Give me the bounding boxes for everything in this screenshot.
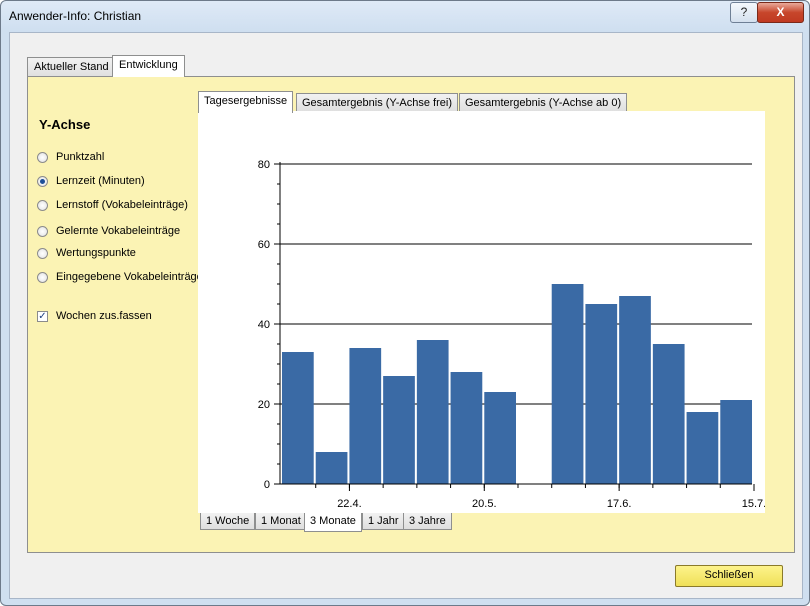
bar <box>383 376 415 484</box>
bar-chart: 0 20 40 60 80 22.4. 20.5. 17.6. 15.7. <box>258 159 766 510</box>
chart-area: 0 20 40 60 80 22.4. 20.5. 17.6. 15.7. <box>198 111 766 513</box>
title-bar[interactable]: Anwender-Info: Christian ? X <box>1 1 809 31</box>
radio-circle[interactable] <box>37 199 48 211</box>
radio-lernstoff[interactable]: Lernstoff (Vokabeleinträge) <box>37 197 188 213</box>
wochen-zusammenfassen-checkbox[interactable]: ✓ Wochen zus.fassen <box>37 308 152 324</box>
bar <box>720 400 752 484</box>
window-title: Anwender-Info: Christian <box>9 9 142 23</box>
tab-gesamtergebnis-frei[interactable]: Gesamtergebnis (Y-Achse frei) <box>296 93 458 112</box>
radio-label: Gelernte Vokabeleinträge <box>56 225 181 237</box>
tab-gesamtergebnis-ab-0[interactable]: Gesamtergebnis (Y-Achse ab 0) <box>459 93 628 112</box>
y-tick-label: 20 <box>258 399 270 411</box>
tab-tagesergebnisse[interactable]: Tagesergebnisse <box>198 91 294 113</box>
tab-1-jahr[interactable]: 1 Jahr <box>362 513 405 530</box>
radio-gelernte-vokabeleintraege[interactable]: Gelernte Vokabeleinträge <box>37 223 180 239</box>
radio-circle[interactable] <box>37 247 48 259</box>
radio-wertungspunkte[interactable]: Wertungspunkte <box>37 245 136 261</box>
bar <box>450 372 483 484</box>
radio-circle[interactable] <box>37 225 48 237</box>
radio-label: Eingegebene Vokabeleinträge <box>56 271 203 283</box>
bar <box>315 452 348 484</box>
y-tick-label: 60 <box>258 239 270 251</box>
tab-3-monate[interactable]: 3 Monate <box>304 513 362 532</box>
schliessen-button[interactable]: Schließen <box>675 565 783 587</box>
bar <box>349 348 382 484</box>
tab-aktueller-stand[interactable]: Aktueller Stand <box>27 57 116 76</box>
bar <box>585 304 618 484</box>
radio-label: Lernzeit (Minuten) <box>56 175 145 187</box>
x-tick-label: 15.7. <box>742 498 765 510</box>
radio-circle[interactable] <box>37 151 48 163</box>
y-tick-label: 0 <box>264 479 270 491</box>
tab-3-jahre[interactable]: 3 Jahre <box>403 513 452 530</box>
radio-label: Wertungspunkte <box>56 247 136 259</box>
client-area: Aktueller Stand Entwicklung Y-Achse Punk… <box>9 32 803 599</box>
bar <box>484 392 516 484</box>
bar <box>416 340 449 484</box>
radio-eingegebene-vokabeleintraege[interactable]: Eingegebene Vokabeleinträge <box>37 269 203 285</box>
radio-circle[interactable] <box>37 271 48 283</box>
yaxis-title: Y-Achse <box>39 117 91 132</box>
bar <box>551 284 584 484</box>
x-tick-label: 22.4. <box>337 498 361 510</box>
x-tick-label: 17.6. <box>607 498 631 510</box>
help-button[interactable]: ? <box>730 2 758 23</box>
radio-lernzeit[interactable]: Lernzeit (Minuten) <box>37 173 145 189</box>
radio-label: Lernstoff (Vokabeleinträge) <box>56 199 188 211</box>
checkbox-label: Wochen zus.fassen <box>56 310 152 322</box>
bar <box>686 412 719 484</box>
tab-entwicklung[interactable]: Entwicklung <box>112 55 185 77</box>
y-tick-label: 40 <box>258 319 270 331</box>
bar <box>282 352 314 484</box>
tab-1-woche[interactable]: 1 Woche <box>200 513 256 530</box>
bar <box>652 344 685 484</box>
bar <box>619 296 651 484</box>
tab-1-monat[interactable]: 1 Monat <box>255 513 307 530</box>
checkbox-box[interactable]: ✓ <box>37 310 48 322</box>
x-tick-label: 20.5. <box>472 498 496 510</box>
radio-label: Punktzahl <box>56 151 105 163</box>
close-window-button[interactable]: X <box>757 2 804 23</box>
radio-circle[interactable] <box>37 175 48 187</box>
radio-punktzahl[interactable]: Punktzahl <box>37 149 104 165</box>
y-tick-label: 80 <box>258 159 270 171</box>
dialog-window: Anwender-Info: Christian ? X Aktueller S… <box>0 0 810 606</box>
